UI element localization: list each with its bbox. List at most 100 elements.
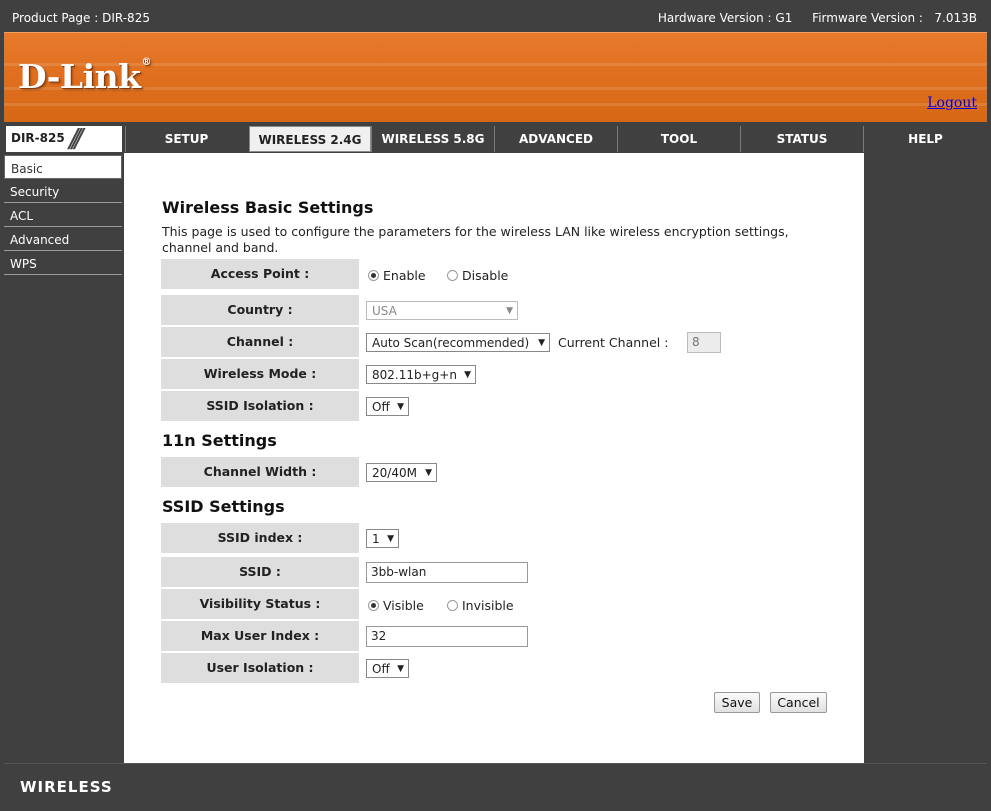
dlink-logo: D-Link® xyxy=(18,57,152,96)
country-label: Country : xyxy=(161,295,359,325)
tab-status[interactable]: STATUS xyxy=(740,126,863,152)
access-point-enable-option[interactable]: Enable xyxy=(368,268,426,283)
banner-stripe xyxy=(4,63,987,66)
version-info: Hardware Version : G1 Firmware Version :… xyxy=(642,11,977,25)
max-user-index-value: 32 xyxy=(362,621,822,651)
logo-registered-mark: ® xyxy=(141,57,152,68)
channel-width-value: 20/40M ▼ xyxy=(362,457,822,487)
user-isolation-value: Off ▼ xyxy=(362,653,822,683)
right-column xyxy=(864,153,987,763)
access-point-options: Enable Disable xyxy=(362,259,822,289)
banner-stripe xyxy=(4,103,987,106)
tab-setup[interactable]: SETUP xyxy=(125,126,247,152)
wireless-mode-value: 802.11b+g+n ▼ xyxy=(362,359,822,389)
tab-wireless-58g[interactable]: WIRELESS 5.8G xyxy=(371,126,494,152)
user-isolation-select[interactable]: Off ▼ xyxy=(366,659,409,678)
sidebar-item-advanced[interactable]: Advanced xyxy=(4,227,122,251)
ssid-isolation-select[interactable]: Off ▼ xyxy=(366,397,409,416)
radio-selected-icon[interactable] xyxy=(368,270,379,281)
dropdown-arrow-icon: ▼ xyxy=(538,338,545,348)
top-info-bar: Product Page : DIR-825 Hardware Version … xyxy=(4,4,987,31)
ssid-input[interactable]: 3bb-wlan xyxy=(366,562,528,583)
visibility-label: Visibility Status : xyxy=(161,589,359,619)
main-nav: DIR-825 /// SETUP WIRELESS 2.4G WIRELESS… xyxy=(4,123,987,154)
dropdown-arrow-icon: ▼ xyxy=(387,534,394,544)
logo-text: D-Link xyxy=(18,57,141,96)
country-selected-value: USA xyxy=(372,304,397,318)
country-value: USA ▼ xyxy=(362,295,822,325)
model-slash-decoration: /// xyxy=(69,124,83,154)
hardware-version: Hardware Version : G1 xyxy=(657,11,793,25)
radio-unselected-icon[interactable] xyxy=(447,600,458,611)
ssid-value: 3bb-wlan xyxy=(362,557,822,587)
ssid-isolation-label: SSID Isolation : xyxy=(161,391,359,421)
tab-tool[interactable]: TOOL xyxy=(617,126,740,152)
sidebar-item-basic[interactable]: Basic xyxy=(4,155,122,179)
footer-brand: WIRELESS xyxy=(20,778,113,796)
disable-label: Disable xyxy=(462,268,509,283)
radio-unselected-icon[interactable] xyxy=(447,270,458,281)
access-point-label: Access Point : xyxy=(161,259,359,289)
ssid-index-value: 1 ▼ xyxy=(362,523,822,553)
user-isolation-label: User Isolation : xyxy=(161,653,359,683)
model-name: DIR-825 xyxy=(11,131,65,145)
max-user-index-input[interactable]: 32 xyxy=(366,626,528,647)
model-badge: DIR-825 /// xyxy=(6,124,122,154)
product-page-label: Product Page : DIR-825 xyxy=(12,11,150,25)
radio-selected-icon[interactable] xyxy=(368,600,379,611)
channel-value: Auto Scan(recommended) ▼ Current Channel… xyxy=(362,327,822,357)
country-select[interactable]: USA ▼ xyxy=(366,301,518,320)
current-channel-field: 8 xyxy=(687,332,721,353)
wireless-mode-select[interactable]: 802.11b+g+n ▼ xyxy=(366,365,476,384)
tab-wireless-24g[interactable]: WIRELESS 2.4G xyxy=(249,126,371,152)
dropdown-arrow-icon: ▼ xyxy=(425,468,432,478)
tab-help[interactable]: HELP xyxy=(863,126,987,152)
brand-banner: D-Link® Logout xyxy=(4,32,987,122)
router-admin-page: Product Page : DIR-825 Hardware Version … xyxy=(4,4,987,807)
enable-label: Enable xyxy=(383,268,426,283)
main-content: Wireless Basic Settings This page is use… xyxy=(124,153,864,763)
current-channel-label: Current Channel : xyxy=(558,335,669,350)
tab-advanced[interactable]: ADVANCED xyxy=(494,126,617,152)
ssid-label: SSID : xyxy=(161,557,359,587)
visible-label: Visible xyxy=(383,598,424,613)
ssid-index-select[interactable]: 1 ▼ xyxy=(366,529,399,548)
visibility-visible-option[interactable]: Visible xyxy=(368,598,424,613)
sidebar-item-acl[interactable]: ACL xyxy=(4,203,122,227)
sidebar-item-wps[interactable]: WPS xyxy=(4,251,122,275)
channel-width-selected-value: 20/40M xyxy=(372,466,417,480)
invisible-label: Invisible xyxy=(462,598,514,613)
channel-width-select[interactable]: 20/40M ▼ xyxy=(366,463,437,482)
channel-width-label: Channel Width : xyxy=(161,457,359,487)
footer: WIRELESS xyxy=(4,763,987,807)
ssid-isolation-value: Off ▼ xyxy=(362,391,822,421)
sidebar: Basic Security ACL Advanced WPS xyxy=(4,153,124,763)
sidebar-item-security[interactable]: Security xyxy=(4,179,122,203)
user-isolation-selected-value: Off xyxy=(372,662,390,676)
dropdown-arrow-icon: ▼ xyxy=(397,402,404,412)
dropdown-arrow-icon: ▼ xyxy=(506,306,513,316)
wireless-mode-label: Wireless Mode : xyxy=(161,359,359,389)
ssid-settings-title: SSID Settings xyxy=(162,497,285,516)
save-button[interactable]: Save xyxy=(714,692,760,713)
wireless-mode-selected-value: 802.11b+g+n xyxy=(372,368,457,382)
banner-stripe xyxy=(4,87,987,90)
access-point-disable-option[interactable]: Disable xyxy=(447,268,508,283)
visibility-options: Visible Invisible xyxy=(362,589,822,619)
channel-selected-value: Auto Scan(recommended) xyxy=(372,336,530,350)
ssid-isolation-selected-value: Off xyxy=(372,400,390,414)
firmware-version: Firmware Version : 7.013B xyxy=(812,11,977,25)
ssid-index-selected-value: 1 xyxy=(372,532,380,546)
ssid-index-label: SSID index : xyxy=(161,523,359,553)
page-description: This page is used to configure the param… xyxy=(162,224,789,255)
dropdown-arrow-icon: ▼ xyxy=(464,370,471,380)
logout-link[interactable]: Logout xyxy=(927,95,977,111)
cancel-button[interactable]: Cancel xyxy=(770,692,827,713)
channel-label: Channel : xyxy=(161,327,359,357)
channel-select[interactable]: Auto Scan(recommended) ▼ xyxy=(366,333,550,352)
page-title: Wireless Basic Settings xyxy=(162,198,374,217)
11n-settings-title: 11n Settings xyxy=(162,431,277,450)
visibility-invisible-option[interactable]: Invisible xyxy=(447,598,514,613)
dropdown-arrow-icon: ▼ xyxy=(397,664,404,674)
max-user-index-label: Max User Index : xyxy=(161,621,359,651)
